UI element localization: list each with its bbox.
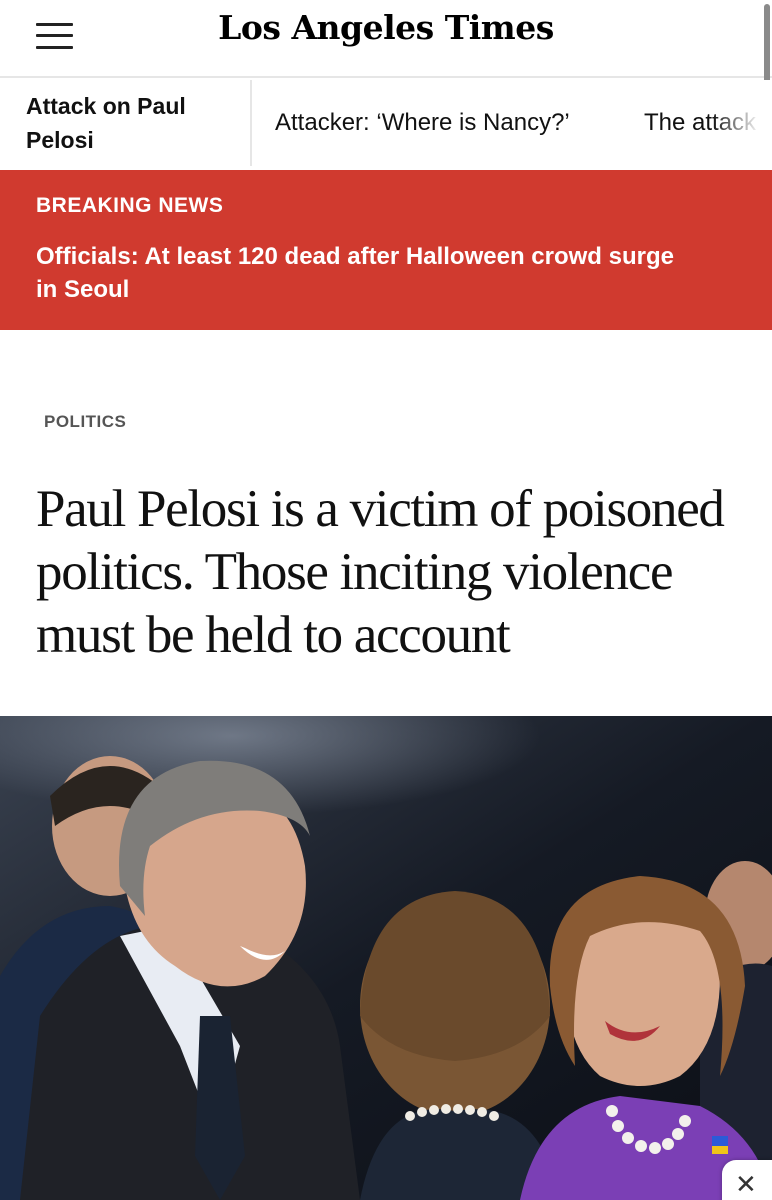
topic-divider — [250, 80, 252, 166]
close-button[interactable]: ✕ — [722, 1160, 772, 1200]
site-header: Los Angeles Times — [0, 0, 772, 78]
breaking-news-headline[interactable]: Officials: At least 120 dead after Hallo… — [36, 240, 676, 306]
breaking-news-banner[interactable]: BREAKING NEWS Officials: At least 120 de… — [0, 170, 772, 330]
topic-link-attacker[interactable]: Attacker: ‘Where is Nancy?’ — [275, 106, 570, 140]
close-icon: ✕ — [735, 1170, 757, 1200]
topic-strip-title[interactable]: Attack on Paul Pelosi — [26, 89, 236, 157]
site-logo[interactable]: Los Angeles Times — [0, 8, 772, 47]
article-headline: Paul Pelosi is a victim of poisoned poli… — [36, 480, 725, 664]
breaking-news-label: BREAKING NEWS — [36, 194, 224, 217]
topic-strip-fade — [712, 80, 772, 170]
article-photo — [0, 716, 772, 1200]
section-label[interactable]: POLITICS — [44, 412, 126, 432]
topic-strip: Attack on Paul Pelosi Attacker: ‘Where i… — [0, 80, 772, 170]
